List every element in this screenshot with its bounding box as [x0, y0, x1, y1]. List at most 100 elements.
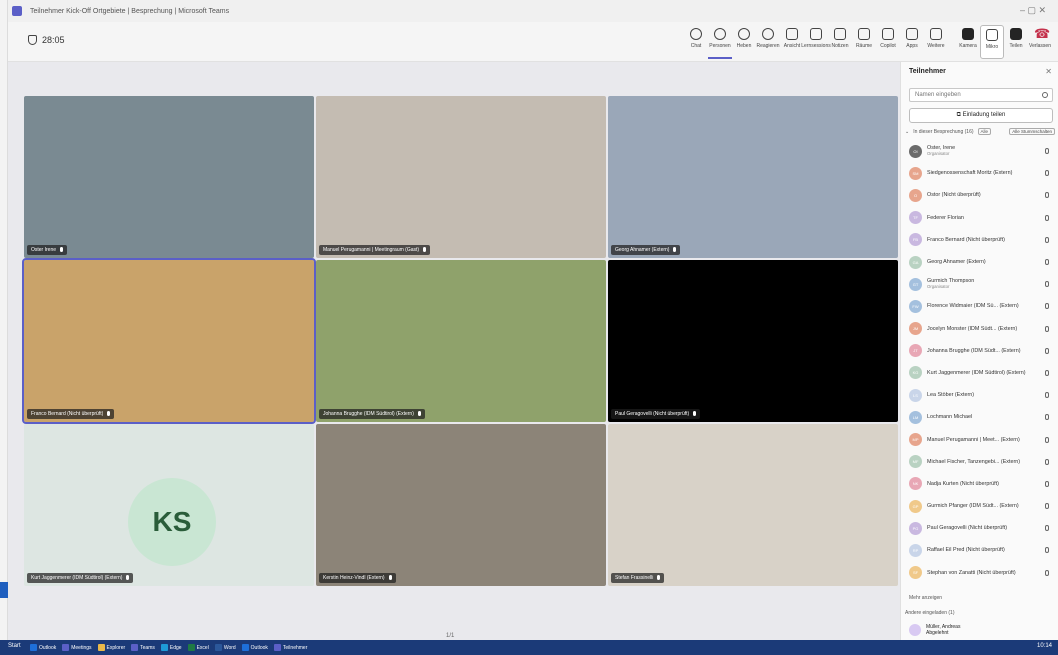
taskbar-app-button[interactable]: Meetings	[62, 644, 92, 651]
participant-entry: Gurmich Pfanger (IDM Südt... (Extern)	[927, 503, 1045, 509]
mic-icon	[417, 411, 421, 417]
video-tile[interactable]: Manuel Perugamanni | Meetingraum (Gast)	[316, 96, 606, 258]
video-tile[interactable]: KS Kurt Jaggenmerer (IDM Südtirol) (Exter…	[24, 424, 314, 586]
start-button[interactable]: Start	[8, 643, 24, 652]
participant-search-input[interactable]: Namen eingeben	[909, 88, 1053, 102]
mic-icon	[1045, 192, 1049, 199]
participant-list-item[interactable]: PG Paul Geragovelli (Nicht überprüft)	[905, 517, 1055, 539]
video-tile[interactable]: Johanna Brugghe (IDM Südtirol) (Extern)	[316, 260, 606, 422]
taskbar-clock[interactable]: 10:14	[1037, 643, 1052, 649]
mic-icon	[1045, 436, 1049, 443]
participant-list-item[interactable]: KG Kurt Jaggenmerer (IDM Südtirol) (Exter…	[905, 362, 1055, 384]
participant-list-item[interactable]: RP Raffael Eil Pred (Nicht überprüft)	[905, 539, 1055, 561]
participant-list-item[interactable]: MF Michael Fischer, Tanzengebi... (Extern…	[905, 451, 1055, 473]
toolbar-notes-button[interactable]: Notizen	[828, 25, 852, 59]
participant-entry: Gurmich Thompson Organisator	[927, 278, 1045, 290]
video-tile[interactable]: Kerstin Heinz-Vindl (Extern)	[316, 424, 606, 586]
taskbar-app-button[interactable]: Teilnehmer	[273, 644, 307, 651]
participant-list-item[interactable]: GA Georg Ahnamer (Extern)	[905, 251, 1055, 273]
participant-list: OI Oster, Irene Organisator SM Siedgenossens…	[905, 140, 1055, 584]
video-tile[interactable]: Stefan Frassinelli	[608, 424, 898, 586]
teams-window: Teilnehmer Kick-Off Ortgebiete | Besprec…	[0, 0, 1058, 655]
video-tile[interactable]: Georg Ahnamer (Extern)	[608, 96, 898, 258]
toolbar-label: Kamera	[959, 43, 977, 49]
toolbar-leave-button[interactable]: ☎ Verlassen	[1028, 25, 1052, 59]
invite-label: Einladung teilen	[962, 112, 1006, 118]
toolbar-chat-button[interactable]: Chat	[684, 25, 708, 59]
participant-list-item[interactable]: MP Manuel Perugamanni | Meet... (Extern)	[905, 428, 1055, 450]
taskbar-app-label: Explorer	[106, 644, 126, 651]
share-invite-button[interactable]: ⧉ Einladung teilen	[909, 108, 1053, 123]
toolbar-rooms-button[interactable]: Lernsessions	[801, 25, 831, 59]
video-tile[interactable]: Paul Geragovelli (Nicht überprüft)	[608, 260, 898, 422]
toolbar-more-button[interactable]: Weitere	[924, 25, 948, 59]
participant-list-item[interactable]: TF Federer Florian	[905, 207, 1055, 229]
taskbar-app-button[interactable]: Excel	[187, 644, 209, 651]
toolbar-people-button[interactable]: Personen	[708, 25, 732, 59]
video-tile[interactable]: Franco Bernard (Nicht überprüft)	[22, 258, 316, 424]
in-meeting-section[interactable]: ⌄ In dieser Besprechung (16) Alle Alle S…	[905, 126, 1055, 137]
taskbar-app-label: Word	[223, 644, 236, 651]
avatar: JM	[909, 322, 922, 336]
breakout-icon	[858, 28, 870, 40]
toolbar-react-button[interactable]: Reagieren	[756, 25, 780, 59]
video-tile[interactable]: Oster Irene	[24, 96, 314, 258]
taskbar-app-button[interactable]: Outlook	[241, 644, 268, 651]
toolbar-raise-hand-button[interactable]: Heben	[732, 25, 756, 59]
participant-name: Raffael Eil Pred (Nicht überprüft)	[927, 547, 1005, 554]
show-more-link[interactable]: Mehr anzeigen	[909, 595, 942, 601]
participant-list-item[interactable]: SM Siedgenossenschaft Moritz (Extern)	[905, 162, 1055, 184]
toolbar-label: Apps	[906, 43, 918, 49]
participant-list-item[interactable]: JT Johanna Brugghe (IDM Südt... (Extern)	[905, 340, 1055, 362]
video-feed-placeholder	[24, 260, 314, 422]
toolbar-breakout-button[interactable]: Räume	[852, 25, 876, 59]
participant-list-item[interactable]: O Ostor (Nicht überprüft)	[905, 184, 1055, 206]
participant-list-item[interactable]: SF Stephan von Zanatti (Nicht überprüft)	[905, 562, 1055, 584]
toolbar-copilot-button[interactable]: Copilot	[876, 25, 900, 59]
close-icon[interactable]: ✕	[1045, 67, 1052, 76]
participant-entry: Manuel Perugamanni | Meet... (Extern)	[927, 437, 1045, 443]
toolbar-view-button[interactable]: Ansicht	[780, 25, 804, 59]
participant-list-item[interactable]: GT Gurmich Thompson Organisator	[905, 273, 1055, 295]
avatar: LS	[909, 388, 922, 402]
toolbar-camera-button[interactable]: Kamera	[956, 25, 980, 59]
toolbar-mic-button[interactable]: Mikro	[980, 25, 1004, 59]
invited-person[interactable]: Müller, Andreas Abgelehnt	[909, 624, 960, 636]
avatar: NK	[909, 477, 922, 491]
participant-entry: Michael Fischer, Tanzengebi... (Extern)	[927, 459, 1045, 465]
toolbar-apps-button[interactable]: Apps	[900, 25, 924, 59]
participant-list-item[interactable]: NK Nadja Kurten (Nicht überprüft)	[905, 473, 1055, 495]
participant-list-item[interactable]: FW Florence Widmaier (IDM Sü... (Extern)	[905, 295, 1055, 317]
taskbar-app-button[interactable]: Outlook	[30, 644, 56, 651]
mute-all-button[interactable]: Alle	[977, 128, 992, 135]
taskbar-app-label: Teams	[140, 644, 155, 651]
video-feed-placeholder	[608, 96, 898, 258]
participant-list-item[interactable]: GP Gurmich Pfanger (IDM Südt... (Extern)	[905, 495, 1055, 517]
toolbar-share-button[interactable]: Teilen	[1004, 25, 1028, 59]
participant-list-item[interactable]: LS Lea Stöber (Extern)	[905, 384, 1055, 406]
participant-list-item[interactable]: OI Oster, Irene Organisator	[905, 140, 1055, 162]
avatar: SF	[909, 566, 922, 580]
participant-list-item[interactable]: FB Franco Bernard (Nicht überprüft)	[905, 229, 1055, 251]
invited-person-name: Müller, Andreas Abgelehnt	[926, 624, 961, 636]
participant-entry: Stephan von Zanatti (Nicht überprüft)	[927, 570, 1045, 576]
mic-icon	[1045, 503, 1049, 510]
avatar: GT	[909, 277, 922, 291]
participant-list-item[interactable]: JM Jocelyn Monster (IDM Südt... (Extern)	[905, 318, 1055, 340]
chat-icon	[690, 28, 702, 40]
taskbar-app-button[interactable]: Edge	[160, 644, 182, 651]
invited-section[interactable]: Andere eingeladen (1)	[905, 610, 954, 616]
mic-icon	[1045, 148, 1049, 155]
taskbar-app-button[interactable]: Explorer	[97, 644, 126, 651]
teams-app-icon	[12, 6, 22, 16]
timer-text: 28:05	[42, 35, 65, 45]
taskbar-app-button[interactable]: Teams	[131, 644, 155, 651]
participant-list-item[interactable]: LM Lochmann Michael	[905, 406, 1055, 428]
avatar	[909, 624, 921, 636]
window-controls[interactable]: – ▢ ✕	[1020, 5, 1046, 16]
manage-permissions-button[interactable]: Alle Stummschalten	[1009, 128, 1055, 135]
left-app-tag[interactable]	[0, 582, 8, 598]
taskbar-app-button[interactable]: Word	[214, 644, 236, 651]
app-icon	[214, 644, 222, 651]
gallery-pager[interactable]: 1/1	[446, 633, 454, 639]
